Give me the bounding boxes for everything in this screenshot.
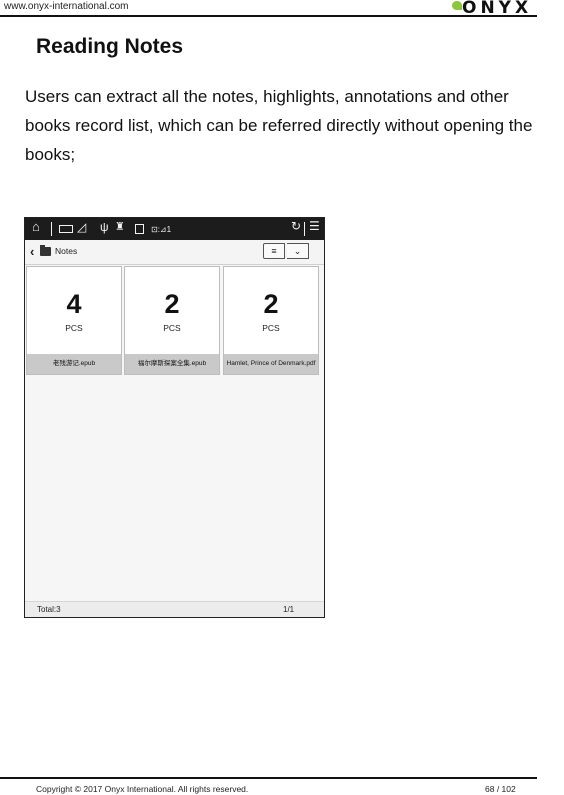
signal-icon: ◿ [77,220,87,234]
note-unit: PCS [163,323,181,333]
note-count: 4 [66,289,82,319]
status-bar: ⌂ ◿ ψ ♜ ⊡:⊿1 ↻ ☰ [25,218,324,240]
time-icon: ⊡:⊿1 [151,225,172,234]
book-name: 老残游记.epub [27,354,121,374]
sim-icon [135,224,144,234]
menu-icon[interactable]: ☰ [309,220,320,232]
note-unit: PCS [65,323,83,333]
leaf-icon [452,1,462,10]
sort-dropdown-button[interactable]: ⌄ [287,243,309,259]
book-name: Hamlet, Prince of Denmark.pdf [224,354,318,374]
note-card[interactable]: 2 PCS Hamlet, Prince of Denmark.pdf [223,266,319,375]
device-footer: Total:3 1/1 [25,601,324,617]
nav-title: Notes [55,246,78,256]
folder-icon [40,245,51,256]
notes-nav-bar: ‹ Notes ≡ ⌄ [25,240,324,265]
section-title: Reading Notes [36,35,184,58]
status-divider [51,222,52,236]
note-count: 2 [164,289,180,319]
battery-icon [59,225,73,233]
note-unit: PCS [262,323,280,333]
section-body: Users can extract all the notes, highlig… [25,87,533,164]
usb-icon: ψ [100,220,109,234]
notes-grid: 4 PCS 老残游记.epub 2 PCS 福尔摩斯探案全集.epub 2 PC… [25,265,324,601]
book-name: 福尔摩斯探案全集.epub [125,354,219,374]
back-icon[interactable]: ‹ [30,244,34,259]
android-icon: ♜ [115,221,125,233]
footer-rule [0,777,537,779]
refresh-icon[interactable]: ↻ [291,220,301,232]
copyright-text: Copyright © 2017 Onyx International. All… [36,784,249,794]
page-number: 68 / 102 [485,784,516,794]
header-rule [0,15,537,17]
total-count: Total:3 [37,605,61,614]
onyx-logo: ONYX [452,0,538,18]
note-count: 2 [263,289,279,319]
device-screenshot: ⌂ ◿ ψ ♜ ⊡:⊿1 ↻ ☰ ‹ Notes ≡ ⌄ 4 PCS 老残游记.… [24,217,325,618]
status-divider [304,222,305,236]
header-url: www.onyx-international.com [4,1,129,12]
note-card[interactable]: 2 PCS 福尔摩斯探案全集.epub [124,266,220,375]
home-icon[interactable]: ⌂ [32,220,40,233]
view-mode-button[interactable]: ≡ [263,243,285,259]
note-card[interactable]: 4 PCS 老残游记.epub [26,266,122,375]
page-indicator: 1/1 [283,605,295,614]
